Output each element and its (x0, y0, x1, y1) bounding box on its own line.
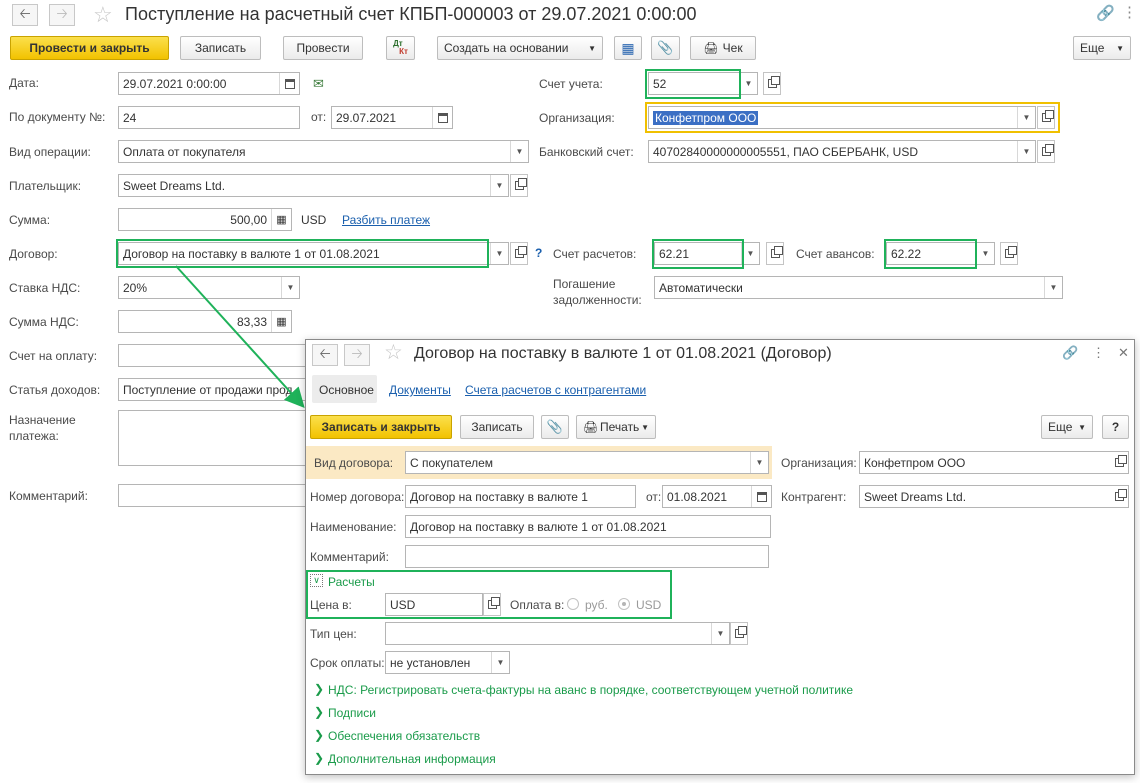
menu-dots-icon[interactable]: ⋮ (1092, 345, 1105, 361)
contractor-label: Контрагент: (781, 490, 847, 504)
paperclip-icon: 📎 (546, 419, 564, 434)
dialog-save-button[interactable]: Записать (460, 415, 534, 439)
pay-usd-radio[interactable] (618, 598, 630, 610)
chevron-right-icon: ❯ (314, 682, 325, 696)
section-additional-info[interactable]: Дополнительная информация (328, 752, 496, 766)
tab-settlement-accounts[interactable]: Счета расчетов с контрагентами (465, 383, 646, 397)
dialog-org-field[interactable]: Конфетпром ООО (859, 451, 1129, 474)
dialog-forward-button[interactable]: 🡢 (344, 344, 370, 366)
calendar-icon (756, 491, 767, 502)
chevron-down-icon[interactable]: ▼ (711, 623, 729, 644)
pay-in-label: Оплата в: (510, 598, 565, 612)
chevron-down-icon: ▼ (1078, 422, 1086, 432)
due-label: Срок оплаты: (310, 656, 385, 670)
contract-dialog: 🡠 🡢 ☆ Договор на поставку в валюте 1 от … (305, 339, 1135, 775)
contractor-field[interactable]: Sweet Dreams Ltd. (859, 485, 1129, 508)
link-icon[interactable]: 🔗 (1062, 345, 1078, 361)
tab-documents[interactable]: Документы (389, 383, 451, 397)
arrow-left-icon: 🡠 (319, 345, 331, 361)
open-icon[interactable] (1110, 452, 1128, 473)
close-icon[interactable]: ✕ (1118, 345, 1129, 361)
calendar-button[interactable] (751, 486, 771, 507)
pay-rub-radio[interactable] (567, 598, 579, 610)
save-and-close-button[interactable]: Записать и закрыть (310, 415, 452, 439)
chevron-right-icon: ❯ (314, 728, 325, 742)
pay-usd-label: USD (636, 598, 662, 612)
printer-icon: 🖨 (583, 420, 599, 434)
dialog-more-button[interactable]: Еще ▼ (1041, 415, 1093, 439)
chevron-down-icon[interactable]: ▼ (750, 452, 768, 473)
open-icon (487, 597, 500, 609)
chevron-right-icon: ❯ (314, 751, 325, 765)
contract-date-field[interactable]: 01.08.2021 (662, 485, 772, 508)
contract-kind-select[interactable]: С покупателем ▼ (405, 451, 769, 474)
print-button[interactable]: 🖨 Печать ▼ (576, 415, 656, 439)
dialog-org-label: Организация: (781, 456, 857, 470)
price-type-open-button[interactable] (730, 622, 748, 645)
section-vat[interactable]: НДС: Регистрировать счета-фактуры на ава… (328, 683, 853, 697)
dialog-comment-label: Комментарий: (310, 550, 389, 564)
tab-main[interactable]: Основное (319, 383, 374, 397)
contract-name-label: Наименование: (310, 520, 397, 534)
pay-rub-label: руб. (585, 598, 608, 612)
price-in-open-button[interactable] (483, 593, 501, 616)
contract-number-label: Номер договора: (310, 490, 405, 504)
price-type-label: Тип цен: (310, 627, 357, 641)
dialog-back-button[interactable]: 🡠 (312, 344, 338, 366)
dialog-help-button[interactable]: ? (1102, 415, 1129, 439)
due-select[interactable]: не установлен ▼ (385, 651, 510, 674)
dialog-comment-field[interactable] (405, 545, 769, 568)
contract-name-field[interactable]: Договор на поставку в валюте 1 от 01.08.… (405, 515, 771, 538)
section-signatures[interactable]: Подписи (328, 706, 376, 720)
chevron-down-icon: ▼ (641, 422, 649, 432)
open-icon[interactable] (1110, 486, 1128, 507)
contract-number-field[interactable]: Договор на поставку в валюте 1 (405, 485, 636, 508)
contract-date-label: от: (646, 490, 662, 504)
star-icon[interactable]: ☆ (384, 340, 403, 365)
contract-kind-label: Вид договора: (314, 456, 394, 470)
settlements-header[interactable]: Расчеты (328, 575, 375, 589)
dialog-title: Договор на поставку в валюте 1 от 01.08.… (414, 345, 832, 362)
collapse-chevron-icon[interactable]: ∨ (310, 574, 323, 587)
price-in-field[interactable]: USD (385, 593, 483, 616)
arrow-right-icon: 🡢 (351, 345, 363, 361)
price-in-label: Цена в: (310, 598, 352, 612)
open-icon (734, 626, 747, 638)
chevron-right-icon: ❯ (314, 705, 325, 719)
section-guarantees[interactable]: Обеспечения обязательств (328, 729, 480, 743)
dialog-attach-button[interactable]: 📎 (541, 415, 569, 439)
price-type-select[interactable]: ▼ (385, 622, 730, 645)
chevron-down-icon[interactable]: ▼ (491, 652, 509, 673)
